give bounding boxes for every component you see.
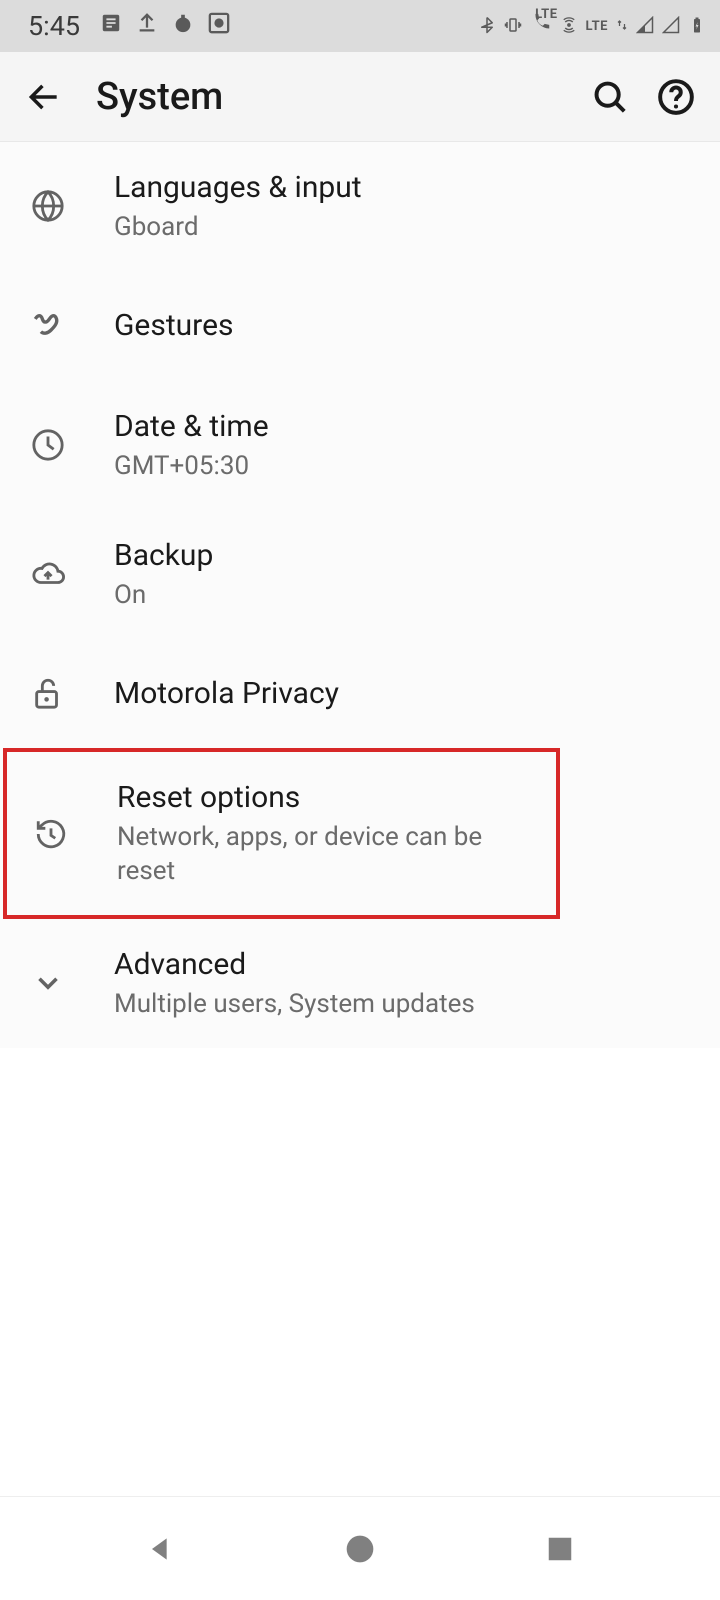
setting-motorola-privacy[interactable]: Motorola Privacy	[0, 638, 720, 748]
square-recent-icon	[545, 1534, 575, 1564]
cloud-upload-icon	[28, 554, 68, 594]
setting-subtitle: GMT+05:30	[114, 450, 692, 484]
setting-title: Motorola Privacy	[114, 674, 692, 713]
setting-title: Backup	[114, 536, 692, 575]
arrow-left-icon	[25, 78, 63, 116]
nav-back-button[interactable]	[132, 1521, 188, 1577]
search-icon	[591, 78, 629, 116]
nav-home-button[interactable]	[332, 1521, 388, 1577]
setting-title: Languages & input	[114, 168, 692, 207]
status-right: LTE LTE	[478, 11, 706, 41]
app-indicator-icon	[172, 11, 194, 41]
bluetooth-icon	[478, 11, 496, 41]
setting-subtitle: Multiple users, System updates	[114, 988, 692, 1022]
setting-subtitle: On	[114, 579, 692, 613]
setting-advanced[interactable]: Advanced Multiple users, System updates	[0, 919, 720, 1048]
setting-title: Gestures	[114, 306, 692, 345]
setting-title: Reset options	[117, 778, 528, 817]
setting-backup[interactable]: Backup On	[0, 510, 720, 639]
setting-subtitle: Gboard	[114, 211, 692, 245]
setting-languages-input[interactable]: Languages & input Gboard	[0, 142, 720, 271]
status-bar: 5:45 LTE LTE	[0, 0, 720, 52]
back-button[interactable]	[20, 73, 68, 121]
help-button[interactable]	[652, 73, 700, 121]
battery-icon	[688, 11, 706, 41]
clock-icon	[28, 425, 68, 465]
highlight-reset-options: Reset options Network, apps, or device c…	[3, 748, 560, 919]
app-bar: System	[0, 52, 720, 142]
setting-reset-options[interactable]: Reset options Network, apps, or device c…	[7, 752, 556, 915]
status-left: 5:45	[28, 10, 230, 42]
media-icon	[208, 11, 230, 41]
nav-recent-button[interactable]	[532, 1521, 588, 1577]
navigation-bar	[0, 1496, 720, 1600]
history-icon	[31, 814, 71, 854]
settings-list: Languages & input Gboard Gestures Date &…	[0, 142, 720, 1048]
chevron-down-icon	[28, 963, 68, 1003]
setting-title: Advanced	[114, 945, 692, 984]
data-arrows-icon	[616, 11, 628, 41]
help-icon	[657, 78, 695, 116]
hotspot-icon	[560, 11, 578, 41]
chat-icon	[100, 11, 122, 41]
signal-2-icon	[662, 11, 680, 41]
search-button[interactable]	[586, 73, 634, 121]
volte-icon: LTE	[530, 11, 552, 41]
status-time: 5:45	[28, 10, 80, 42]
signal-1-icon	[636, 11, 654, 41]
setting-title: Date & time	[114, 407, 692, 446]
setting-subtitle: Network, apps, or device can be reset	[117, 821, 528, 889]
lock-open-icon	[28, 673, 68, 713]
setting-date-time[interactable]: Date & time GMT+05:30	[0, 381, 720, 510]
upload-icon	[136, 11, 158, 41]
gesture-icon	[28, 306, 68, 346]
setting-gestures[interactable]: Gestures	[0, 271, 720, 381]
globe-icon	[28, 186, 68, 226]
page-title: System	[96, 75, 568, 119]
lte-indicator: LTE	[586, 19, 608, 34]
vibrate-icon	[504, 11, 522, 41]
triangle-back-icon	[144, 1533, 176, 1565]
circle-home-icon	[344, 1533, 376, 1565]
